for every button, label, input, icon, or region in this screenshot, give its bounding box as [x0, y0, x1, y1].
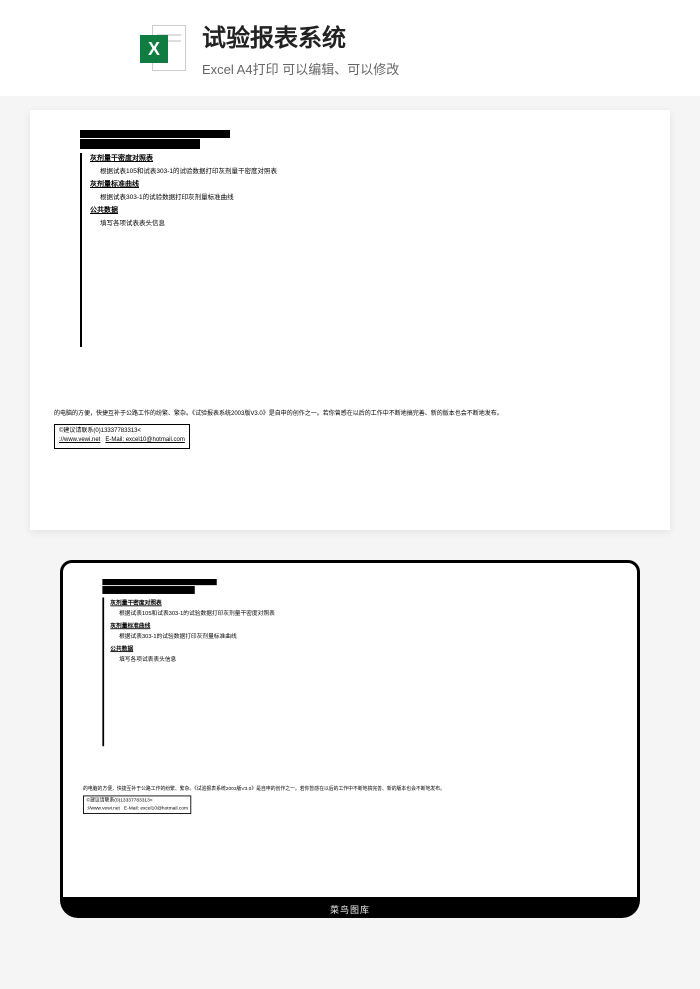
redacted-bar: [102, 579, 216, 585]
excel-icon: X: [140, 25, 186, 71]
title-block: 试验报表系统 Excel A4打印 可以编辑、可以修改: [202, 18, 399, 78]
document-preview: 灰剂量干密度对照表 根据试表105和试表303-1的试验数据打印灰剂量干密度对照…: [30, 110, 670, 530]
content-section: 灰剂量干密度对照表 根据试表105和试表303-1的试验数据打印灰剂量干密度对照…: [102, 597, 296, 746]
doc-desc: 填写各项试表表头信息: [119, 654, 296, 663]
redacted-bar: [80, 139, 200, 149]
contact-email[interactable]: E-Mail: excel10@hotmail.com: [124, 806, 188, 811]
doc-desc: 根据试表105和试表303-1的试验数据打印灰剂量干密度对照表: [100, 165, 340, 175]
contact-url[interactable]: ://www.vewi.net: [87, 806, 120, 811]
contact-url[interactable]: ://www.vewi.net: [59, 437, 100, 443]
footer-text: 的电脑的方便，快捷互补于公路工作的纷繁、繁杂。《试验报表系统2003版V3.0》…: [54, 410, 646, 420]
footer-block: 的电脑的方便，快捷互补于公路工作的纷繁、繁杂。《试验报表系统2003版V3.0》…: [54, 410, 646, 449]
laptop-brand-text: 菜鸟图库: [330, 903, 370, 916]
laptop-screen: 灰剂量干密度对照表 根据试表105和试表303-1的试验数据打印灰剂量干密度对照…: [60, 560, 640, 900]
laptop-mockup: 灰剂量干密度对照表 根据试表105和试表303-1的试验数据打印灰剂量干密度对照…: [60, 560, 640, 918]
doc-link[interactable]: 灰剂量干密度对照表: [110, 597, 296, 606]
content-section: 灰剂量干密度对照表 根据试表105和试表303-1的试验数据打印灰剂量干密度对照…: [80, 153, 340, 347]
doc-desc: 填写各项试表表头信息: [100, 217, 340, 227]
doc-link[interactable]: 灰剂量标准曲线: [110, 620, 296, 629]
doc-desc: 根据试表303-1的试验数据打印灰剂量标准曲线: [100, 191, 340, 201]
contact-line: ©建议请联系(0)13337783313<: [87, 798, 153, 803]
doc-link[interactable]: 公共数据: [90, 205, 340, 215]
contact-box: ©建议请联系(0)13337783313< ://www.vewi.net E-…: [54, 424, 190, 449]
footer-block: 的电脑的方便，快捷互补于公路工作的纷繁、繁杂。《试验报表系统2003版V3.0》…: [83, 786, 614, 814]
doc-link[interactable]: 公共数据: [110, 643, 296, 652]
redacted-bar: [102, 586, 194, 594]
page-title: 试验报表系统: [202, 18, 399, 53]
doc-link[interactable]: 灰剂量标准曲线: [90, 179, 340, 189]
footer-text: 的电脑的方便，快捷互补于公路工作的纷繁、繁杂。《试验报表系统2003版V3.0》…: [83, 786, 614, 793]
doc-desc: 根据试表303-1的试验数据打印灰剂量标准曲线: [119, 631, 296, 640]
page-header: X 试验报表系统 Excel A4打印 可以编辑、可以修改: [0, 0, 700, 96]
laptop-base: 菜鸟图库: [60, 900, 640, 918]
contact-box: ©建议请联系(0)13337783313< ://www.vewi.net E-…: [83, 796, 192, 814]
doc-link[interactable]: 灰剂量干密度对照表: [90, 153, 340, 163]
redacted-bar: [80, 130, 230, 138]
doc-desc: 根据试表105和试表303-1的试验数据打印灰剂量干密度对照表: [119, 608, 296, 617]
contact-line: ©建议请联系(0)13337783313<: [59, 428, 141, 434]
page-subtitle: Excel A4打印 可以编辑、可以修改: [202, 59, 399, 78]
contact-email[interactable]: E-Mail: excel10@hotmail.com: [105, 437, 184, 443]
